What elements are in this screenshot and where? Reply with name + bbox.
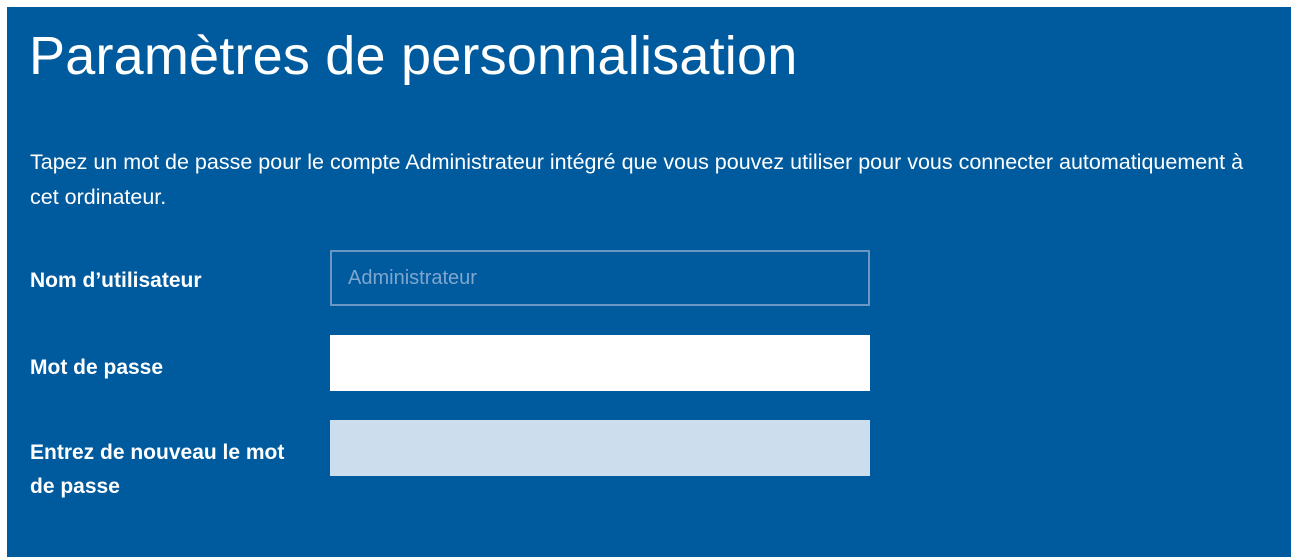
setup-window: Paramètres de personnalisation Tapez un … [7,7,1291,557]
password-field[interactable] [330,335,870,391]
username-label: Nom d’utilisateur [30,269,202,292]
page-title: Paramètres de personnalisation [29,26,798,86]
page-description: Tapez un mot de passe pour le compte Adm… [30,150,1244,209]
password-label: Mot de passe [30,356,164,379]
confirm-password-field[interactable] [330,420,870,476]
confirm-password-label: Entrez de nouveau le mot de passe [30,441,285,498]
username-field [330,250,870,306]
